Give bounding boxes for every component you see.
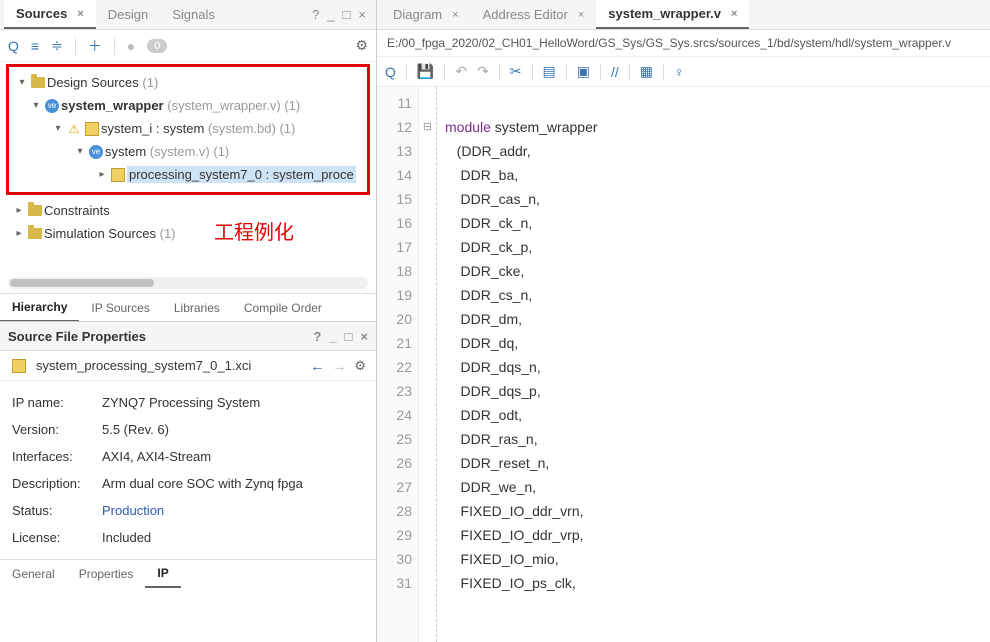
chevron-down-icon[interactable]: ▾ (73, 146, 87, 157)
source-tree: ▾ Design Sources (1) ▾ ve system_wrapper… (6, 64, 370, 195)
tab-address-editor[interactable]: Address Editor× (471, 1, 597, 28)
count-badge: 0 (147, 39, 167, 53)
close-icon[interactable]: × (77, 8, 83, 20)
code-editor[interactable]: 1112131415161718192021222324252627282930… (377, 87, 990, 642)
tab-signals[interactable]: Signals (160, 1, 227, 28)
comment-icon[interactable]: // (611, 64, 619, 80)
expand-icon[interactable]: ≑ (51, 37, 63, 54)
sub-tab-ip-sources[interactable]: IP Sources (79, 295, 161, 321)
folder-icon (28, 228, 42, 239)
sub-tab-hierarchy[interactable]: Hierarchy (0, 294, 79, 322)
save-icon[interactable]: 💾 (417, 63, 434, 80)
tree-system-i[interactable]: ▾ ⚠ system_i : system (system.bd) (1) (11, 117, 365, 140)
prop-key-license: License: (12, 530, 102, 545)
prop-val-status[interactable]: Production (102, 503, 164, 518)
file-path: E:/00_fpga_2020/02_CH01_HelloWord/GS_Sys… (377, 30, 990, 57)
prop-val-description: Arm dual core SOC with Zynq fpga (102, 476, 303, 491)
maximize-icon[interactable]: □ (343, 7, 351, 22)
tree-system-wrapper[interactable]: ▾ ve system_wrapper (system_wrapper.v) (… (11, 94, 365, 117)
tree-system[interactable]: ▾ ve system (system.v) (1) (11, 140, 365, 163)
search-icon[interactable]: Q (385, 64, 396, 80)
close-icon[interactable]: × (578, 9, 584, 21)
sub-tab-libraries[interactable]: Libraries (162, 295, 232, 321)
paste-icon[interactable]: ▣ (577, 63, 590, 80)
close-panel-icon[interactable]: × (358, 7, 366, 22)
tree-ps7[interactable]: ▸ processing_system7_0 : system_proce (11, 163, 365, 186)
gear-icon[interactable]: ⚙ (354, 358, 366, 374)
tab-diagram[interactable]: Diagram× (381, 1, 471, 28)
tab-system-wrapper[interactable]: system_wrapper.v× (596, 0, 749, 29)
verilog-icon: ve (89, 145, 103, 159)
prop-key-interfaces: Interfaces: (12, 449, 102, 464)
code-body[interactable]: module system_wrapper (DDR_addr, DDR_ba,… (437, 87, 606, 642)
cut-icon[interactable]: ✂ (510, 63, 522, 80)
props-bottom-tabs: General Properties IP (0, 559, 376, 587)
props-tab-ip[interactable]: IP (145, 560, 180, 588)
tree-simulation[interactable]: ▸ Simulation Sources (1) (8, 222, 368, 245)
forward-button[interactable]: → (332, 358, 346, 374)
chevron-down-icon[interactable]: ▾ (29, 100, 43, 111)
props-title: Source File Properties (8, 329, 146, 344)
search-icon[interactable]: Q (8, 38, 19, 54)
tree-design-sources[interactable]: ▾ Design Sources (1) (11, 71, 365, 94)
prop-key-status: Status: (12, 503, 102, 518)
props-file-row: system_processing_system7_0_1.xci ← → ⚙ (0, 351, 376, 381)
prop-val-license: Included (102, 530, 151, 545)
tree-constraints[interactable]: ▸ Constraints (8, 199, 368, 222)
folder-icon (31, 77, 45, 88)
chevron-right-icon[interactable]: ▸ (12, 228, 26, 239)
ip-icon (111, 168, 125, 182)
sub-tab-compile-order[interactable]: Compile Order (232, 295, 334, 321)
tab-design[interactable]: Design (96, 1, 160, 28)
line-gutter: 1112131415161718192021222324252627282930… (377, 87, 419, 642)
source-sub-tabs: Hierarchy IP Sources Libraries Compile O… (0, 293, 376, 321)
ip-icon (12, 359, 26, 373)
sources-toolbar: Q ≡ ≑ ＋ ● 0 ⚙ (0, 30, 376, 62)
props-body: IP name:ZYNQ7 Processing System Version:… (0, 381, 376, 559)
folder-icon (28, 205, 42, 216)
props-header: Source File Properties ? _ □ × (0, 321, 376, 351)
prop-val-ipname: ZYNQ7 Processing System (102, 395, 260, 410)
help-icon[interactable]: ? (313, 329, 321, 344)
circle-icon[interactable]: ● (127, 38, 135, 54)
right-tab-bar: Diagram× Address Editor× system_wrapper.… (377, 0, 990, 30)
back-button[interactable]: ← (310, 358, 324, 374)
collapse-icon[interactable]: ≡ (31, 38, 39, 54)
grid-icon[interactable]: ▦ (640, 63, 653, 80)
warning-icon: ⚠ (69, 122, 80, 136)
chevron-right-icon[interactable]: ▸ (95, 169, 109, 180)
close-icon[interactable]: × (731, 8, 737, 20)
close-icon[interactable]: × (452, 9, 458, 21)
annotation-left: 工程例化 (214, 216, 294, 245)
prop-key-description: Description: (12, 476, 102, 491)
tab-sources[interactable]: Sources× (4, 0, 96, 29)
gear-icon[interactable]: ⚙ (355, 37, 368, 54)
editor-toolbar: Q 💾 ↶ ↷ ✂ ▤ ▣ // ▦ ♀ (377, 57, 990, 87)
prop-val-version: 5.5 (Rev. 6) (102, 422, 169, 437)
maximize-icon[interactable]: □ (345, 329, 353, 344)
props-filename: system_processing_system7_0_1.xci (36, 358, 251, 373)
prop-key-version: Version: (12, 422, 102, 437)
prop-val-interfaces: AXI4, AXI4-Stream (102, 449, 211, 464)
copy-icon[interactable]: ▤ (543, 63, 556, 80)
minimize-icon[interactable]: _ (329, 329, 336, 344)
chevron-down-icon[interactable]: ▾ (15, 77, 29, 88)
redo-icon[interactable]: ↷ (477, 63, 489, 80)
horizontal-scrollbar[interactable] (8, 277, 368, 289)
chevron-down-icon[interactable]: ▾ (51, 123, 65, 134)
help-icon[interactable]: ? (312, 7, 319, 22)
chevron-right-icon[interactable]: ▸ (12, 205, 26, 216)
bd-icon (85, 122, 99, 136)
add-button[interactable]: ＋ (88, 36, 102, 56)
props-tab-properties[interactable]: Properties (67, 561, 146, 587)
verilog-icon: ve (45, 99, 59, 113)
bulb-icon[interactable]: ♀ (674, 64, 685, 80)
prop-key-ipname: IP name: (12, 395, 102, 410)
minimize-icon[interactable]: _ (327, 7, 334, 22)
props-tab-general[interactable]: General (0, 561, 67, 587)
left-tab-bar: Sources× Design Signals ? _ □ × (0, 0, 376, 30)
fold-column[interactable]: ⊟ (419, 87, 437, 642)
undo-icon[interactable]: ↶ (455, 63, 467, 80)
close-icon[interactable]: × (360, 329, 368, 344)
